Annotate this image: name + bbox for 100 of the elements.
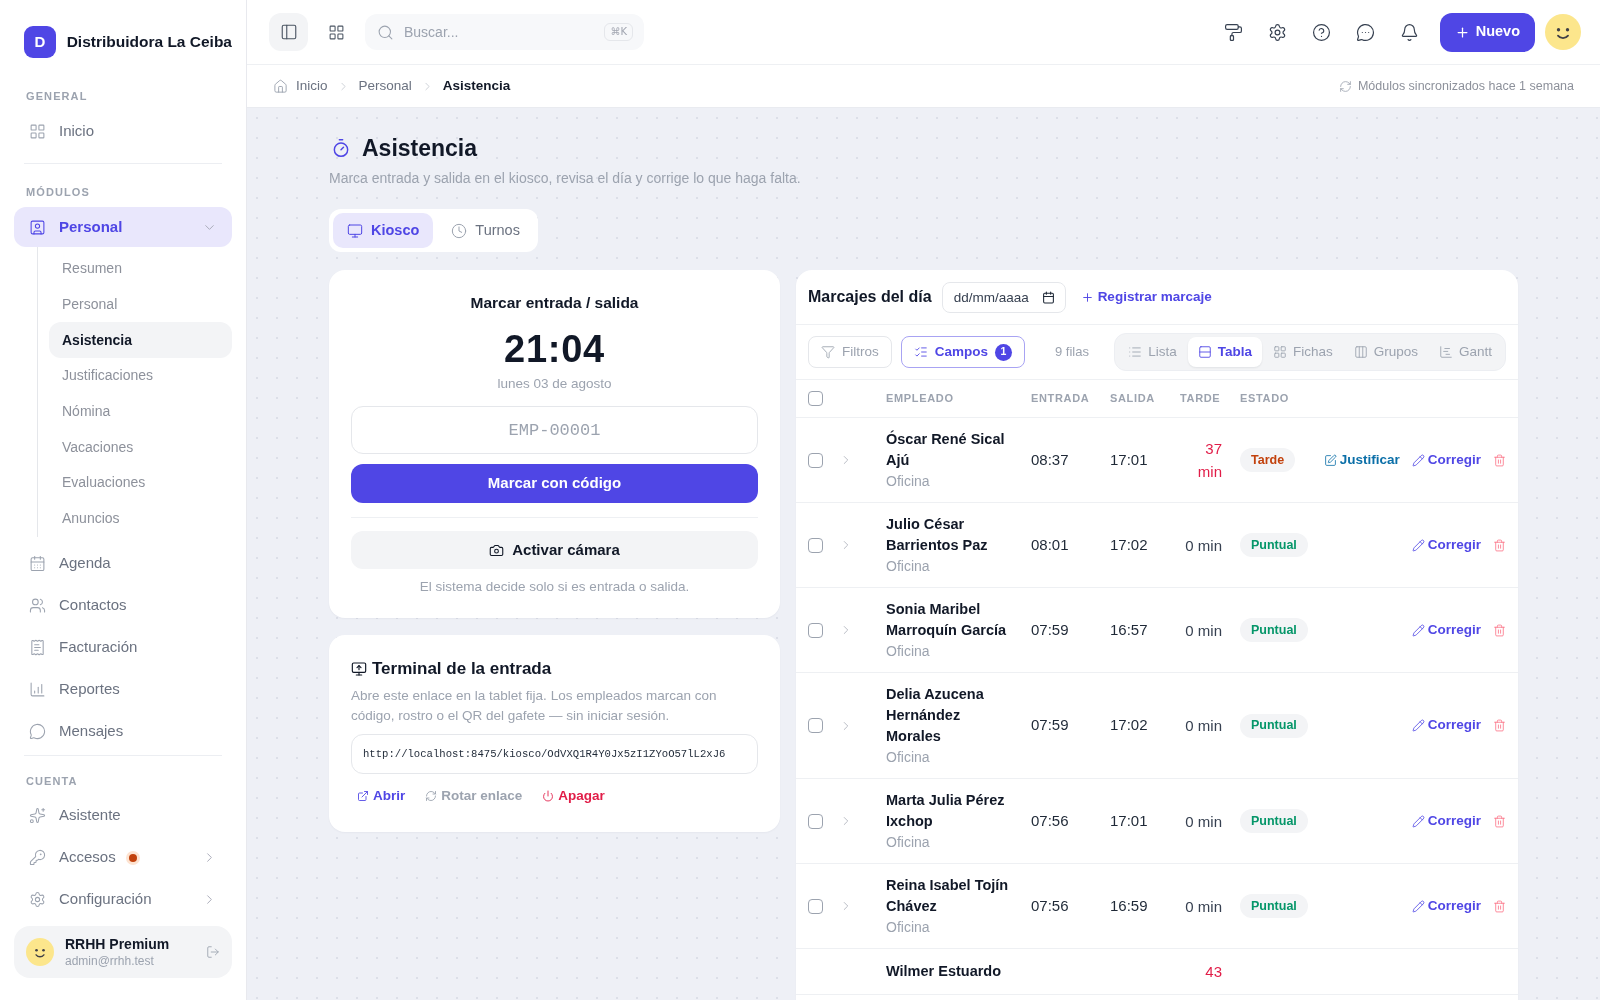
trash-icon[interactable] <box>1493 538 1506 552</box>
nav-item[interactable]: Personal <box>14 207 232 247</box>
key-icon <box>29 849 46 866</box>
row-checkbox[interactable] <box>808 622 823 638</box>
code-field[interactable]: EMP-00001 <box>351 406 758 454</box>
department-text: Oficina <box>886 748 930 767</box>
monitor-upload-icon <box>351 661 367 677</box>
bell-icon[interactable] <box>1399 22 1419 42</box>
nav-subitem[interactable]: Nómina <box>49 393 232 430</box>
nav-subitem[interactable]: Personal <box>49 286 232 323</box>
check-in-time: 07:59 <box>1031 715 1069 736</box>
nav-subitem[interactable]: Asistencia <box>49 322 232 359</box>
nav-subitem[interactable]: Evaluaciones <box>49 465 232 501</box>
late-minutes: 0 min <box>1185 620 1222 641</box>
help-icon[interactable] <box>1311 22 1331 42</box>
pencil-icon <box>1411 623 1425 637</box>
view-tab[interactable]: Tabla <box>1187 337 1262 367</box>
trash-icon[interactable] <box>1493 453 1506 467</box>
edit-link[interactable]: Corregir <box>1411 534 1481 556</box>
add-link[interactable]: Registrar marcaje <box>1080 286 1212 308</box>
gantt-chart-icon <box>1438 345 1453 359</box>
row-checkbox[interactable] <box>808 718 823 733</box>
trash-icon[interactable] <box>1493 899 1506 913</box>
nav-item[interactable]: Mensajes <box>14 711 232 752</box>
brand-logo[interactable]: D <box>24 26 56 58</box>
description-text: Abre este enlace en la tablet fija. Los empleados marcan con código, rostro o el QR del gafete — sin iniciar sesión. <box>351 687 718 725</box>
new-button[interactable]: Nuevo <box>1439 12 1535 52</box>
user-card[interactable]: RRHH Premium admin@rrhh.test <box>14 926 232 978</box>
status-badge: Puntual <box>1240 618 1308 642</box>
row-checkbox[interactable] <box>808 452 823 468</box>
column-header: TARDE <box>1180 391 1221 407</box>
trash-icon[interactable] <box>1493 719 1506 732</box>
row-checkbox[interactable] <box>808 898 823 914</box>
card-title: Marcajes del día <box>808 287 932 307</box>
edit-link[interactable]: Corregir <box>1411 810 1481 832</box>
users-icon <box>29 597 46 614</box>
page-title: Asistencia <box>362 134 478 162</box>
nav-subitem[interactable]: Justificaciones <box>49 358 232 394</box>
nav-item[interactable]: Asistente <box>14 795 232 836</box>
nav-item[interactable]: Reportes <box>14 669 232 710</box>
calendar-icon <box>29 555 46 572</box>
submit-button[interactable]: Marcar con código <box>351 464 758 503</box>
filter-button[interactable]: Filtros <box>808 336 892 368</box>
count-badge: 1 <box>995 343 1012 361</box>
grid-icon <box>29 122 46 140</box>
tab[interactable]: Turnos <box>437 213 534 248</box>
camera-button[interactable]: Activar cámara <box>351 531 758 569</box>
logout-icon[interactable] <box>206 945 220 959</box>
settings-icon <box>29 891 46 908</box>
select-all-checkbox[interactable] <box>808 391 823 406</box>
nav-item[interactable]: Agenda <box>14 543 232 584</box>
date-text: lunes 03 de agosto <box>497 375 612 393</box>
column-header: SALIDA <box>1110 391 1155 407</box>
breadcrumb-link[interactable]: Personal <box>358 75 412 97</box>
chat-bubble-icon[interactable] <box>1355 22 1375 42</box>
late-minutes: 0 min <box>1185 896 1222 917</box>
department-text: Oficina <box>886 557 930 576</box>
edit-link[interactable]: Corregir <box>1411 619 1481 641</box>
url-field[interactable]: http://localhost:8475/kiosco/OdVXQ1R4Y0Jx5zI1ZYoO57lL2xJ6 <box>351 734 758 774</box>
nav-item[interactable]: Facturación <box>14 627 232 668</box>
breadcrumb-link[interactable]: Inicio <box>296 75 328 97</box>
edit-link[interactable]: Corregir <box>1411 895 1481 917</box>
refresh-icon <box>425 790 438 803</box>
justify-link[interactable]: Justificar <box>1323 449 1400 471</box>
nav-item[interactable]: Inicio <box>14 111 232 151</box>
trash-icon[interactable] <box>1493 623 1506 637</box>
helper-text: El sistema decide solo si es entrada o salida. <box>419 578 690 596</box>
open-link[interactable]: Abrir <box>357 786 406 807</box>
row-checkbox[interactable] <box>808 813 823 829</box>
pencil-icon <box>1411 719 1425 732</box>
nav-subitem[interactable]: Resumen <box>49 251 232 287</box>
columns-icon <box>1353 345 1368 359</box>
nav-subitem[interactable]: Vacaciones <box>49 429 232 466</box>
fields-button[interactable]: Campos 1 <box>900 336 1025 368</box>
nav-item[interactable]: Accesos <box>14 837 232 878</box>
edit-link[interactable]: Corregir <box>1411 449 1481 471</box>
department-text: Oficina <box>886 833 930 852</box>
nav-subitem[interactable]: Anuncios <box>49 500 232 537</box>
check-out-time: 17:02 <box>1110 715 1148 736</box>
row-checkbox[interactable] <box>808 537 823 553</box>
nav-item[interactable]: Contactos <box>14 585 232 626</box>
user-email: admin@rrhh.test <box>65 953 155 969</box>
paint-roller-icon[interactable] <box>1223 22 1243 42</box>
smiley-avatar-icon[interactable] <box>1545 14 1581 50</box>
trash-icon[interactable] <box>1493 814 1506 828</box>
power-off-link[interactable]: Apagar <box>542 786 605 807</box>
external-link-icon <box>357 790 369 803</box>
sidebar-toggle-button[interactable] <box>269 13 308 51</box>
department-text: Oficina <box>886 918 930 937</box>
tab[interactable]: Kiosco <box>333 213 434 248</box>
page-subtitle: Marca entrada y salida en el kiosco, revisa el día y corrige lo que haga falta. <box>329 169 801 188</box>
settings-icon[interactable] <box>1267 22 1287 42</box>
status-badge: Puntual <box>1240 894 1308 918</box>
date-field[interactable]: dd/mm/aaaa <box>941 281 1066 313</box>
plus-icon <box>1454 24 1470 40</box>
column-header: ESTADO <box>1240 391 1289 407</box>
edit-link[interactable]: Corregir <box>1411 715 1481 736</box>
grid-icon[interactable] <box>328 23 345 41</box>
nav-item[interactable]: Configuración <box>14 879 232 920</box>
column-header: EMPLEADO <box>886 391 954 407</box>
